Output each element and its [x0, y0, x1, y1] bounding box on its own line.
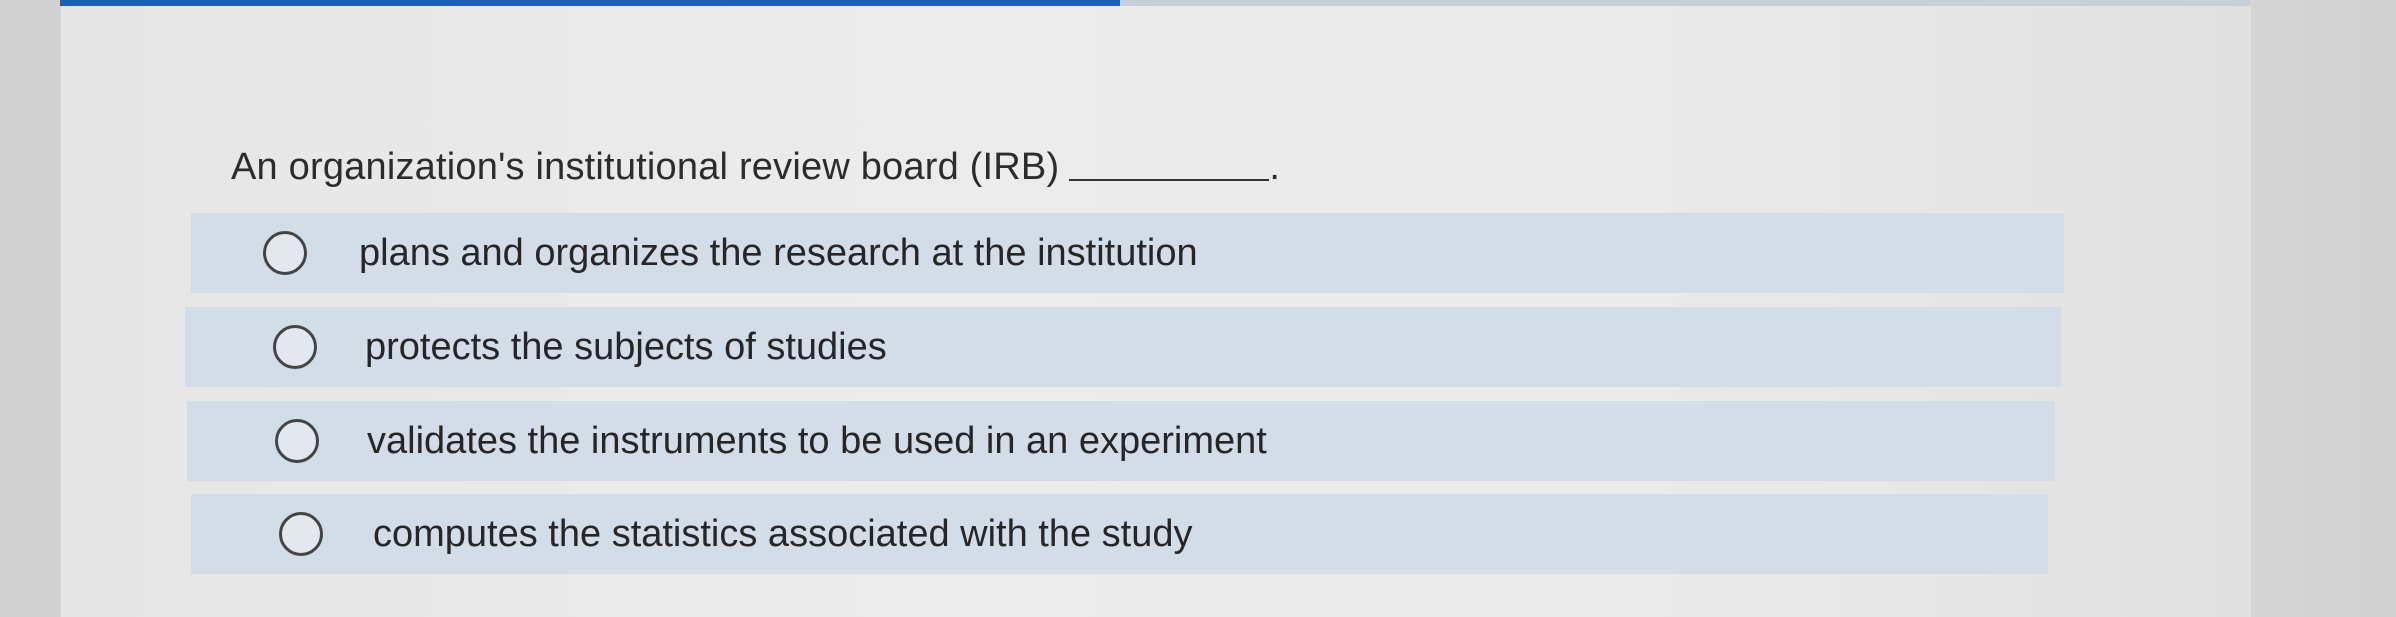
- question-text: An organization's institutional review b…: [231, 146, 1060, 188]
- answer-label-1: plans and organizes the research at the …: [359, 231, 1198, 274]
- answer-option-2[interactable]: protects the subjects of studies: [185, 307, 2061, 387]
- answer-label-3: validates the instruments to be used in …: [367, 419, 1267, 462]
- answer-option-1[interactable]: plans and organizes the research at the …: [191, 213, 2064, 293]
- answer-option-4[interactable]: computes the statistics associated with …: [191, 494, 2048, 574]
- radio-button-1[interactable]: [263, 231, 307, 275]
- answer-label-4: computes the statistics associated with …: [373, 512, 1193, 555]
- fill-in-blank: [1069, 179, 1270, 181]
- answer-option-3[interactable]: validates the instruments to be used in …: [187, 401, 2055, 481]
- radio-button-2[interactable]: [273, 325, 317, 369]
- question-terminator: .: [1269, 146, 1281, 188]
- question-card: An organization's institutional review b…: [60, 6, 2251, 617]
- answer-label-2: protects the subjects of studies: [365, 325, 887, 368]
- radio-button-4[interactable]: [279, 512, 323, 556]
- radio-button-3[interactable]: [275, 419, 319, 463]
- question-prompt: An organization's institutional review b…: [231, 146, 1280, 189]
